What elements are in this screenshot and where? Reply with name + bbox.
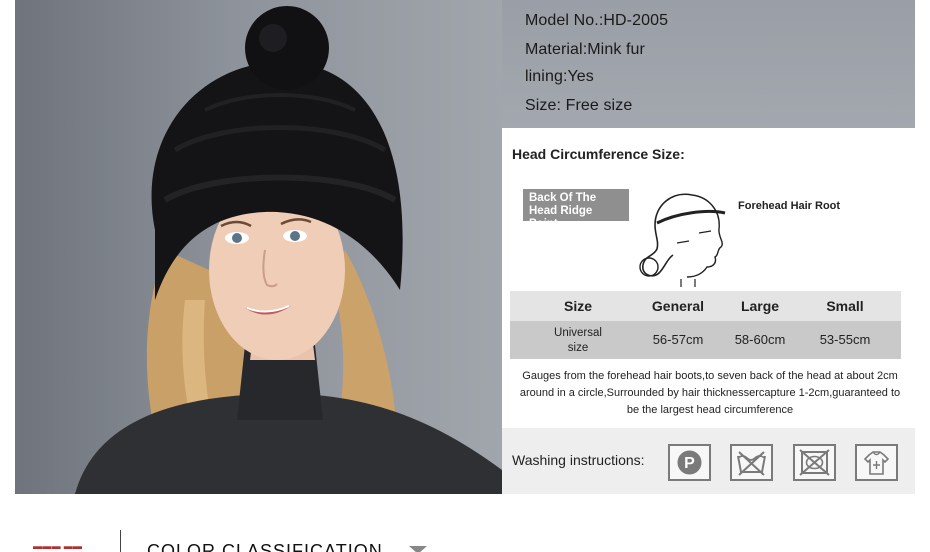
product-banner: Model No.:HD-2005 Material:Mink fur lini… [15, 0, 915, 494]
chevron-down-icon[interactable] [409, 546, 427, 552]
dry-clean-letter: P [684, 455, 695, 472]
washing-instructions-label: Washing instructions: [512, 452, 645, 468]
do-not-tumble-dry-icon [793, 444, 836, 481]
size-guide-title: Head Circumference Size: [512, 146, 685, 162]
cell-large: 58-60cm [734, 332, 786, 347]
measuring-note: Gauges from the forehead hair boots,to s… [519, 370, 901, 416]
do-not-wash-icon [730, 444, 773, 481]
size-spec: Size: Free size [525, 97, 633, 114]
ridge-badge-line-1: Back Of The [529, 192, 597, 204]
cell-universal-size: Universal size [554, 327, 602, 354]
model-photo [15, 0, 502, 494]
hang-dry-shirt-icon [855, 444, 898, 481]
header-small: Small [826, 298, 864, 314]
washing-instructions-bar: Washing instructions: P [502, 428, 915, 494]
brand-logo-cropped: ▬▬▬ ▬▬ [33, 541, 83, 551]
head-measurement-illustration [639, 193, 726, 287]
material-spec: Material:Mink fur [525, 41, 645, 58]
model-number: Model No.:HD-2005 [525, 12, 669, 29]
spec-list: Model No.:HD-2005 Material:Mink fur lini… [502, 0, 915, 128]
model-wearing-fur-hat-image [75, 6, 502, 494]
section-divider [120, 530, 121, 552]
size-table-header: Size General Large Small [510, 291, 901, 321]
header-large: Large [740, 298, 780, 314]
section-header: ▬▬▬ ▬▬ COLOR CLASSIFICATION [0, 494, 930, 552]
ridge-point-badge: Back Of The Head Ridge Point [523, 189, 629, 230]
size-table: Size General Large Small Universal size … [510, 291, 901, 359]
cell-general: 56-57cm [652, 332, 704, 347]
cell-small: 53-55cm [819, 332, 871, 347]
color-classification-title[interactable]: COLOR CLASSIFICATION [147, 541, 383, 552]
header-general: General [651, 298, 705, 314]
dry-clean-p-icon: P [668, 444, 711, 481]
size-table-row: Universal size 56-57cm 58-60cm 53-55cm [510, 321, 901, 359]
header-size: Size [563, 298, 592, 314]
lining-spec: lining:Yes [525, 68, 594, 85]
size-guide-panel: Head Circumference Size: Back Of The Hea… [502, 128, 915, 494]
forehead-hair-root-label: Forehead Hair Root [738, 200, 841, 212]
ridge-badge-line-2: Head Ridge Point [529, 205, 593, 230]
